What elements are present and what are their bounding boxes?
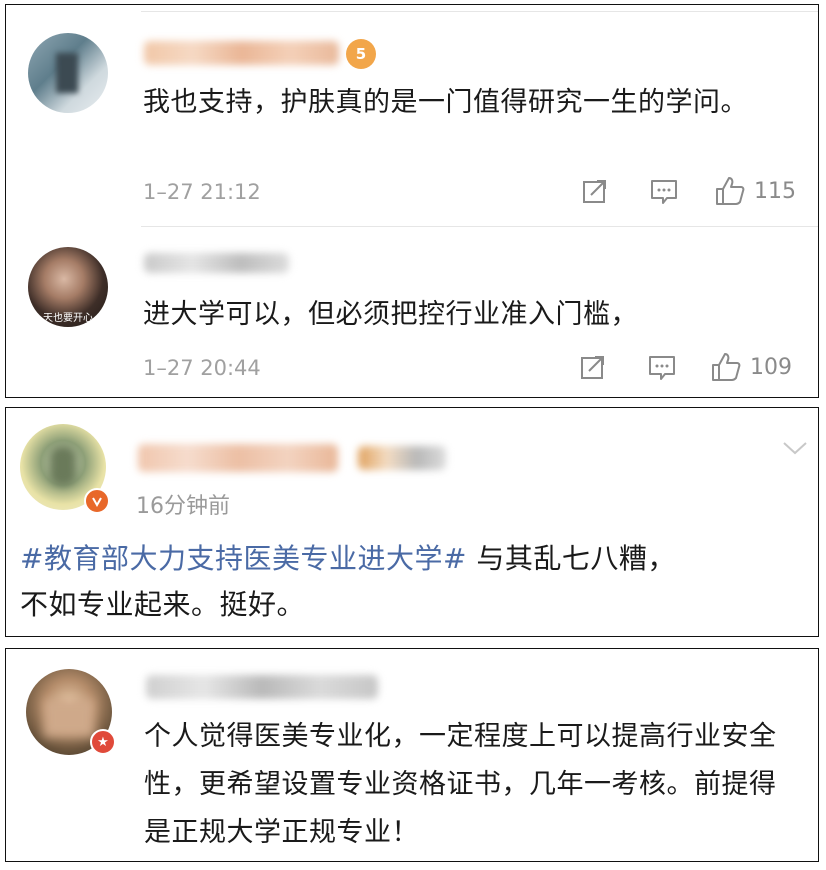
post-text-line2: 不如专业起来。挺好。 (20, 588, 306, 621)
like-count: 109 (750, 354, 792, 380)
comments-panel-3: ★ 个人觉得医美专业化，一定程度上可以提高行业安全性，更希望设置专业资格证书，几… (5, 648, 819, 862)
avatar[interactable]: 天也要开心 (28, 247, 108, 327)
share-icon (581, 356, 604, 379)
comment-time: 1–27 21:12 (143, 180, 261, 204)
share-icon (583, 180, 606, 203)
divider (141, 226, 818, 227)
comment-text: 进大学可以，但必须把控行业准入门槛， (143, 299, 638, 330)
post-text-part: 与其乱七八糟， (466, 542, 676, 575)
comments-panel-1: 5 我也支持，护肤真的是一门值得研究一生的学问。 1–27 21:12 115 … (5, 4, 819, 398)
chevron-down-icon[interactable] (782, 440, 808, 460)
username-blurred[interactable] (144, 41, 339, 65)
share-button[interactable] (582, 178, 608, 204)
level-badge-icon: 5 (346, 39, 376, 69)
share-button[interactable] (580, 354, 606, 380)
divider (141, 11, 818, 12)
comment-time: 1–27 20:44 (143, 356, 261, 380)
hashtag-link[interactable]: #教育部大力支持医美专业进大学# (20, 542, 467, 575)
verified-badge-icon (84, 488, 110, 514)
member-badge-blurred (358, 446, 446, 470)
like-count: 115 (754, 178, 796, 204)
star-badge-icon: ★ (90, 729, 116, 755)
avatar-caption: 天也要开心 (43, 313, 93, 324)
post-text: #教育部大力支持医美专业进大学# 与其乱七八糟， 不如专业起来。挺好。 (20, 536, 810, 628)
username-blurred[interactable] (144, 253, 289, 273)
comment-button[interactable] (650, 178, 678, 206)
like-icon (712, 353, 741, 381)
comment-button[interactable] (648, 354, 676, 382)
username-blurred[interactable] (146, 675, 378, 699)
like-button[interactable]: 115 (714, 175, 796, 207)
avatar[interactable] (28, 33, 108, 113)
username-blurred[interactable] (138, 444, 338, 472)
like-button[interactable]: 109 (710, 351, 792, 383)
comment-icon (649, 356, 675, 380)
post-panel: 16分钟前 #教育部大力支持医美专业进大学# 与其乱七八糟， 不如专业起来。挺好… (5, 407, 819, 637)
comment-text: 个人觉得医美专业化，一定程度上可以提高行业安全性，更希望设置专业资格证书，几年一… (144, 721, 777, 848)
like-icon (716, 177, 745, 205)
comment-text: 我也支持，护肤真的是一门值得研究一生的学问。 (143, 87, 748, 118)
post-time: 16分钟前 (136, 494, 230, 519)
comment-icon (651, 180, 677, 204)
